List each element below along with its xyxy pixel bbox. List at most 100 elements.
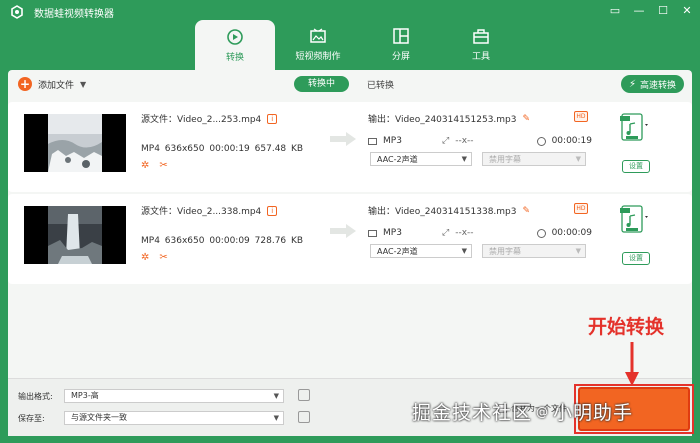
source-meta: MP4 636x650 00:00:19 657.48 KB [141,144,303,154]
file-row: 源文件：Video_2...253.mp4 i MP4 636x650 00:0… [8,102,692,192]
annotation-text: 开始转换 [588,316,665,338]
chevron-down-icon: ▼ [461,155,467,163]
source-meta: MP4 636x650 00:00:09 728.76 KB [141,236,303,246]
feedback-icon[interactable]: ▭ [608,4,622,17]
edit-tools: ✲ ✂ [141,252,168,263]
close-button[interactable]: ✕ [680,4,694,17]
tab-split-screen[interactable]: 分屏 [361,20,441,68]
file-row: 源文件：Video_2...338.mp4 i MP4 636x650 00:0… [8,194,692,284]
output-file-label: 输出：Video_240314151338.mp3 [368,207,517,217]
tab-short-video[interactable]: 短视频制作 [275,20,361,68]
file-toolbar: + 添加文件 ▼ 转换中 已转换 ⚡ 高速转换 [8,70,692,100]
output-file-label: 输出：Video_240314151253.mp3 [368,115,517,125]
output-format-label: 输出格式: [18,392,53,401]
scissors-icon[interactable]: ✂ [159,160,167,171]
source-format: MP4 [141,236,160,246]
pencil-icon[interactable]: ✎ [523,206,531,216]
hd-badge-icon[interactable]: HD [574,111,588,122]
source-size: 728.76 KB [254,236,304,246]
add-file-button[interactable]: + 添加文件 ▼ [18,77,86,91]
tab-convert-label: 转换 [225,52,244,63]
audio-track-value: AAC-2声道 [377,154,418,164]
output-format-select[interactable]: MP3-高 ▼ [64,389,284,403]
chevron-down-icon: ▼ [273,414,279,422]
info-icon[interactable]: i [267,113,278,124]
watermark-right: 小明助手 [553,402,634,424]
subtitle-select[interactable]: 禁用字幕 ▼ [482,152,586,166]
output-format: MP3 [383,228,402,238]
chevron-down-icon[interactable]: ▼ [80,80,86,89]
output-duration: 00:00:09 [551,228,592,238]
audio-track-select[interactable]: AAC-2声道 ▼ [370,152,472,166]
scissors-icon[interactable]: ✂ [159,252,167,263]
window-controls: ▭ — ☐ ✕ [608,4,694,17]
format-settings-icon[interactable] [298,389,310,401]
source-size: 657.48 KB [254,144,304,154]
save-to-label: 保存至: [18,414,45,423]
audio-track-select[interactable]: AAC-2声道 ▼ [370,244,472,258]
watermark: 掘金技术社区 @ 小明助手 [412,398,633,425]
maximize-button[interactable]: ☐ [656,4,670,17]
add-icon: + [18,77,32,91]
arrow-right-icon [330,132,356,146]
tab-converting[interactable]: 转换中 [294,76,350,92]
settings-button[interactable]: 设置 [622,252,650,265]
split-screen-icon [393,27,409,44]
output-format-value: MP3-高 [71,391,99,400]
source-file-label: 源文件：Video_2...338.mp4 [141,207,262,217]
mp3-file-icon[interactable] [620,112,650,156]
info-icon[interactable]: i [267,205,278,216]
output-meta: MP3 ⤢ --x-- 00:00:19 [368,136,592,146]
output-file-name: 输出：Video_240314151253.mp3 ✎ [368,112,531,126]
clock-icon [536,228,546,238]
resize-icon: ⤢ [442,228,450,238]
tab-tools[interactable]: 工具 [441,20,521,68]
watermark-left: 掘金技术社区 [412,402,533,424]
source-file-name: 源文件：Video_2...253.mp4 i [141,112,278,125]
subtitle-value: 禁用字幕 [489,154,521,164]
app-logo-icon [11,5,23,19]
main-nav: 转换 短视频制作 分屏 工具 [195,20,521,70]
chevron-down-icon: ▼ [273,392,279,400]
output-resolution: --x-- [455,136,474,146]
tab-convert[interactable]: 转换 [195,20,275,70]
subtitle-value: 禁用字幕 [489,246,521,256]
clock-icon [536,136,546,146]
app-title: 数据蛙视频转换器 [34,8,114,20]
magic-wand-icon[interactable]: ✲ [141,252,149,263]
short-video-icon [310,27,326,43]
lightning-icon: ⚡ [628,78,636,90]
audio-track-value: AAC-2声道 [377,246,418,256]
tab-short-video-label: 短视频制作 [295,51,341,62]
source-resolution: 636x650 [164,236,205,246]
tab-converted[interactable]: 已转换 [367,78,394,91]
mp3-file-icon[interactable] [620,204,650,248]
status-segment: 转换中 已转换 [294,76,394,92]
source-file-label: 源文件：Video_2...253.mp4 [141,115,262,125]
fast-convert-button[interactable]: ⚡ 高速转换 [620,75,684,93]
video-thumbnail[interactable] [24,206,126,264]
settings-button[interactable]: 设置 [622,160,650,173]
tab-tools-label: 工具 [471,51,490,62]
thumbnail-image [48,206,102,264]
folder-icon[interactable] [298,411,310,423]
add-file-label: 添加文件 [38,80,75,91]
arrow-right-icon [330,224,356,238]
format-icon [368,229,377,237]
hd-badge-icon[interactable]: HD [574,203,588,214]
subtitle-select[interactable]: 禁用字幕 ▼ [482,244,586,258]
save-to-select[interactable]: 与源文件夹一致 ▼ [64,411,284,425]
source-format: MP4 [141,144,160,154]
output-file-name: 输出：Video_240314151338.mp3 ✎ [368,204,531,218]
output-meta: MP3 ⤢ --x-- 00:00:09 [368,228,592,238]
format-icon [368,137,377,145]
output-format: MP3 [383,136,402,146]
magic-wand-icon[interactable]: ✲ [141,160,149,171]
minimize-button[interactable]: — [632,4,646,17]
edit-tools: ✲ ✂ [141,160,168,171]
pencil-icon[interactable]: ✎ [523,114,531,124]
save-to-value: 与源文件夹一致 [71,413,127,422]
resize-icon: ⤢ [442,136,450,146]
video-thumbnail[interactable] [24,114,126,172]
watermark-separator: @ [536,404,550,419]
